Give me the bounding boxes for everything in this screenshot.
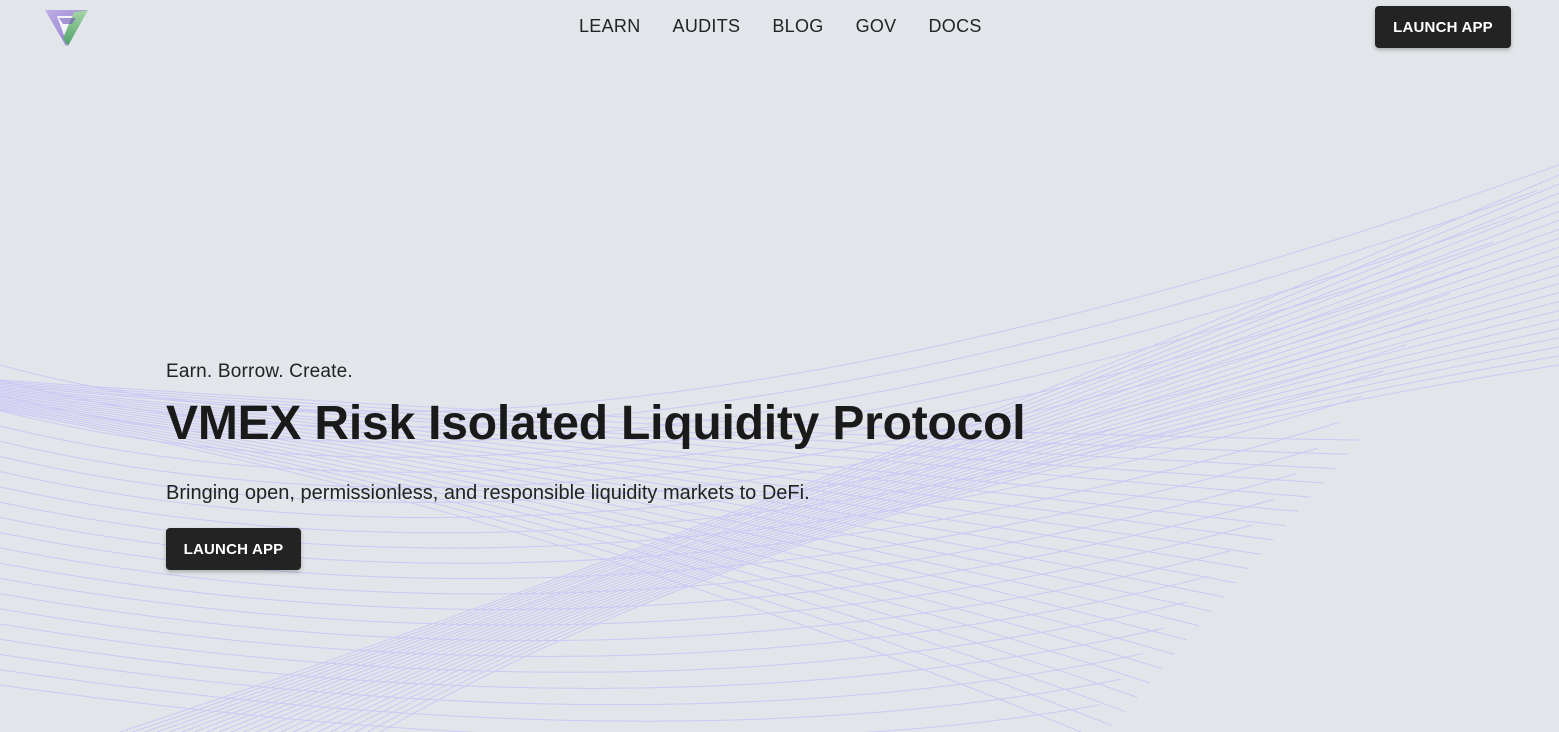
top-navbar: LEARN AUDITS BLOG GOV DOCS LAUNCH APP [0,0,1559,56]
vmex-logo-icon[interactable] [44,8,90,48]
hero-launch-app-button[interactable]: LAUNCH APP [166,528,301,570]
nav-link-gov[interactable]: GOV [856,15,897,37]
hero-title: VMEX Risk Isolated Liquidity Protocol [166,397,1026,450]
hero-section: Earn. Borrow. Create. VMEX Risk Isolated… [166,360,1026,570]
nav-link-blog[interactable]: BLOG [772,15,823,37]
nav-link-learn[interactable]: LEARN [579,15,641,37]
main-nav: LEARN AUDITS BLOG GOV DOCS [579,15,1014,37]
hero-tagline: Earn. Borrow. Create. [166,361,353,382]
background-line [0,653,1143,706]
header-launch-app-button[interactable]: LAUNCH APP [1375,6,1511,48]
nav-link-audits[interactable]: AUDITS [673,15,741,37]
nav-link-docs[interactable]: DOCS [928,15,981,37]
hero-subtitle: Bringing open, permissionless, and respo… [166,482,810,504]
